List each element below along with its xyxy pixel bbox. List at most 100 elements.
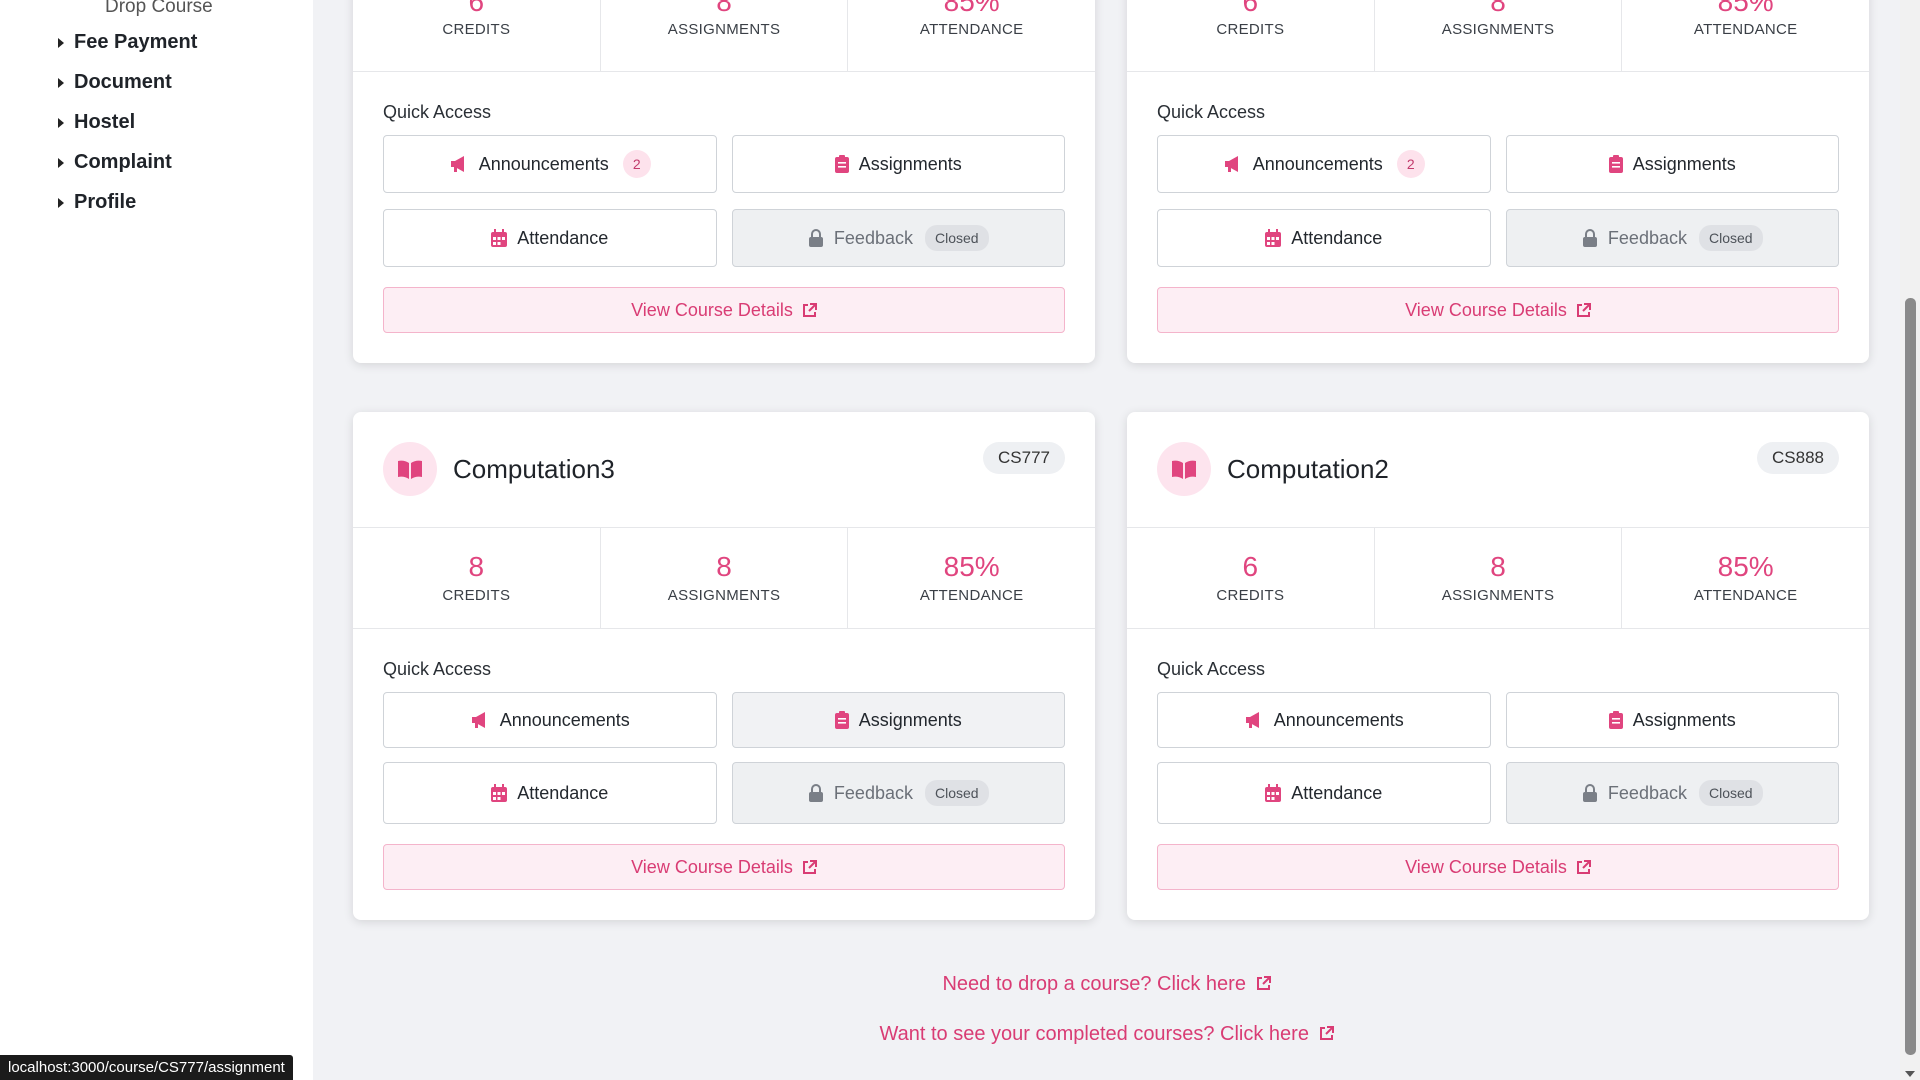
sidebar-item-complaint[interactable]: Complaint xyxy=(58,151,172,174)
announcements-button[interactable]: Announcements xyxy=(383,692,717,748)
clipboard-icon xyxy=(834,711,849,729)
stat-label: ATTENDANCE xyxy=(919,21,1024,39)
course-card-header: Computation3 CS777 xyxy=(353,412,1095,528)
assignments-button[interactable]: Assignments xyxy=(1505,692,1839,748)
lock-icon xyxy=(1582,229,1598,247)
stat-value: 6 xyxy=(468,0,485,17)
feedback-label: Feedback xyxy=(1607,227,1687,248)
attendance-button[interactable]: Attendance xyxy=(383,762,717,824)
external-link-icon xyxy=(1319,1026,1334,1041)
attendance-button[interactable]: Attendance xyxy=(1157,762,1491,824)
calendar-icon xyxy=(1265,784,1282,802)
view-course-details-button[interactable]: View Course Details xyxy=(1157,844,1839,890)
feedback-button[interactable]: Feedback Closed xyxy=(1505,762,1839,824)
sidebar-item-hostel[interactable]: Hostel xyxy=(58,111,135,134)
completed-courses-link-label: Want to see your completed courses? Clic… xyxy=(879,1023,1309,1045)
attendance-button[interactable]: Attendance xyxy=(383,209,717,267)
external-link-icon xyxy=(802,302,817,318)
feedback-button[interactable]: Feedback Closed xyxy=(1505,209,1839,267)
announcement-count-badge: 2 xyxy=(1396,150,1425,178)
completed-courses-link[interactable]: Want to see your completed courses? Clic… xyxy=(313,1023,1900,1046)
sidebar-item-drop-course[interactable]: Drop Course xyxy=(105,0,213,18)
drop-course-link[interactable]: Need to drop a course? Click here xyxy=(313,973,1900,996)
caret-right-icon xyxy=(58,197,64,208)
announcements-label: Announcements xyxy=(1273,709,1404,730)
sidebar-item-profile[interactable]: Profile xyxy=(58,191,136,214)
stat-value: 8 xyxy=(468,551,485,583)
feedback-status-badge: Closed xyxy=(1698,225,1763,251)
course-stats: 6 CREDITS 8 ASSIGNMENTS 85% ATTENDANCE xyxy=(1127,528,1869,629)
stat-value: 85% xyxy=(1717,0,1774,17)
stat-value: 8 xyxy=(716,551,732,583)
stat-assignments: 8 ASSIGNMENTS xyxy=(601,0,849,71)
sidebar-item-label: Complaint xyxy=(74,151,172,173)
feedback-button[interactable]: Feedback Closed xyxy=(731,209,1065,267)
stat-label: ASSIGNMENTS xyxy=(667,586,781,604)
quick-access-title: Quick Access xyxy=(383,102,492,122)
calendar-icon xyxy=(491,784,508,802)
sidebar-item-label: Document xyxy=(74,71,172,93)
stat-label: ATTENDANCE xyxy=(919,586,1024,604)
external-link-icon xyxy=(802,859,817,875)
main-content: 6 CREDITS 8 ASSIGNMENTS 85% ATTENDANCE Quic… xyxy=(313,0,1900,1080)
stat-label: ASSIGNMENTS xyxy=(1441,21,1555,39)
stat-label: CREDITS xyxy=(1216,586,1285,604)
status-bar-url: localhost:3000/course/CS777/assignment xyxy=(0,1055,293,1080)
assignments-button[interactable]: Assignments xyxy=(731,692,1065,748)
view-course-details-label: View Course Details xyxy=(631,299,793,320)
course-card-header: Computation2 CS888 xyxy=(1127,412,1869,528)
sidebar-item-document[interactable]: Document xyxy=(58,71,172,94)
book-icon xyxy=(383,442,437,496)
view-course-details-label: View Course Details xyxy=(631,856,793,877)
assignments-button[interactable]: Assignments xyxy=(731,135,1065,193)
drop-course-link-label: Need to drop a course? Click here xyxy=(942,973,1246,995)
feedback-label: Feedback xyxy=(833,227,913,248)
stat-assignments: 8 ASSIGNMENTS xyxy=(1375,0,1623,71)
course-code-badge: CS888 xyxy=(1757,442,1839,474)
stat-value: 8 xyxy=(716,0,732,17)
sidebar-item-label: Fee Payment xyxy=(74,31,198,53)
quick-access-title: Quick Access xyxy=(1157,659,1266,679)
stat-label: ATTENDANCE xyxy=(1693,586,1798,604)
quick-access: Quick Access Announcements 2 Assignments… xyxy=(353,72,1095,363)
megaphone-icon xyxy=(1244,711,1264,729)
assignments-label: Assignments xyxy=(1632,709,1736,730)
lock-icon xyxy=(808,229,824,247)
announcements-label: Announcements xyxy=(499,709,630,730)
caret-right-icon xyxy=(58,77,64,88)
course-code-badge: CS777 xyxy=(983,442,1065,474)
announcements-button[interactable]: Announcements 2 xyxy=(383,135,717,193)
feedback-status-badge: Closed xyxy=(1698,780,1763,806)
stat-value: 85% xyxy=(1717,551,1774,583)
attendance-button[interactable]: Attendance xyxy=(1157,209,1491,267)
stat-attendance: 85% ATTENDANCE xyxy=(1622,528,1869,628)
course-card: 6 CREDITS 8 ASSIGNMENTS 85% ATTENDANCE Quic… xyxy=(1127,0,1869,363)
scrollbar-thumb[interactable] xyxy=(1905,298,1916,1055)
sidebar-item-label: Hostel xyxy=(74,111,136,133)
feedback-button[interactable]: Feedback Closed xyxy=(731,762,1065,824)
attendance-label: Attendance xyxy=(517,227,609,248)
course-card: Computation3 CS777 8 CREDITS 8 ASSIGNMENTS… xyxy=(353,412,1095,920)
announcements-button[interactable]: Announcements xyxy=(1157,692,1491,748)
stat-assignments: 8 ASSIGNMENTS xyxy=(601,528,849,628)
view-course-details-button[interactable]: View Course Details xyxy=(383,287,1065,333)
assignments-label: Assignments xyxy=(1632,153,1736,174)
caret-right-icon xyxy=(58,37,64,48)
announcement-count-badge: 2 xyxy=(622,150,651,178)
feedback-label: Feedback xyxy=(1607,782,1687,803)
book-icon xyxy=(1157,442,1211,496)
sidebar-item-fee-payment[interactable]: Fee Payment xyxy=(58,31,197,54)
attendance-label: Attendance xyxy=(1291,782,1383,803)
attendance-label: Attendance xyxy=(517,782,609,803)
view-course-details-button[interactable]: View Course Details xyxy=(1157,287,1839,333)
vertical-scrollbar[interactable] xyxy=(1900,0,1920,1080)
calendar-icon xyxy=(491,229,508,247)
caret-right-icon xyxy=(58,157,64,168)
stat-value: 85% xyxy=(943,551,1000,583)
assignments-button[interactable]: Assignments xyxy=(1505,135,1839,193)
assignments-label: Assignments xyxy=(858,153,962,174)
scroll-down-arrow-icon[interactable] xyxy=(1905,1071,1915,1077)
announcements-button[interactable]: Announcements 2 xyxy=(1157,135,1491,193)
stat-label: CREDITS xyxy=(1216,21,1285,39)
view-course-details-button[interactable]: View Course Details xyxy=(383,844,1065,890)
